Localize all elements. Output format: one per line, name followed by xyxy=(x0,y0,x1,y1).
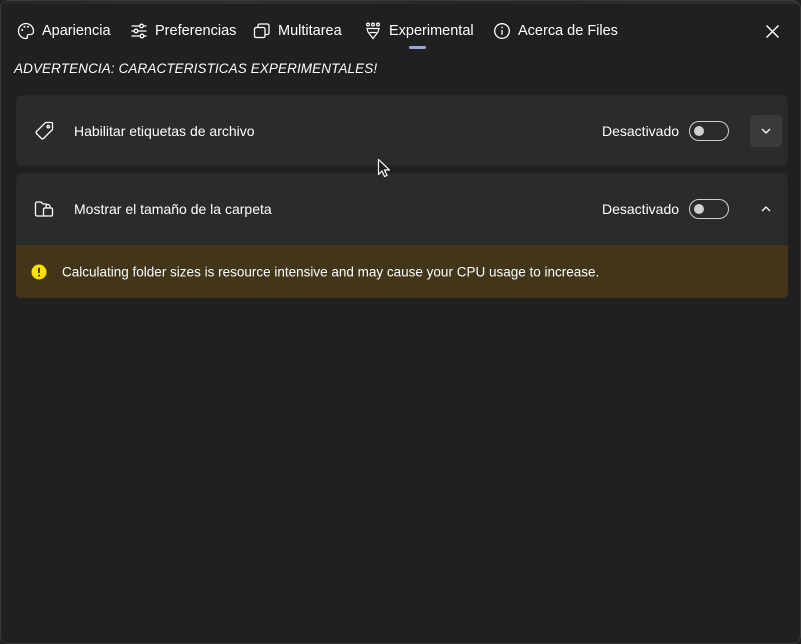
toggle-state-label: Desactivado xyxy=(602,201,680,217)
tab-multitarea[interactable]: Multitarea xyxy=(253,17,342,45)
beaker-icon xyxy=(364,22,382,40)
chevron-down-icon xyxy=(761,128,771,134)
selected-tab-indicator xyxy=(409,46,426,49)
chevron-up-icon xyxy=(761,206,771,212)
tag-icon xyxy=(33,120,55,142)
setting-label: Habilitar etiquetas de archivo xyxy=(74,122,255,139)
tab-label: Multitarea xyxy=(278,23,342,39)
palette-icon xyxy=(17,22,35,40)
windows-stack-icon xyxy=(253,22,271,40)
setting-card-folder-size[interactable]: Mostrar el tamaño de la carpeta Desactiv… xyxy=(16,173,788,245)
mouse-pointer-icon xyxy=(377,158,391,178)
collapse-button[interactable] xyxy=(750,193,782,225)
sliders-icon xyxy=(130,22,148,40)
experimental-warning-heading: ADVERTENCIA: CARACTERISTICAS EXPERIMENTA… xyxy=(14,61,378,76)
tab-apariencia[interactable]: Apariencia xyxy=(17,17,111,45)
toggle-knob xyxy=(694,125,704,136)
tab-preferencias[interactable]: Preferencias xyxy=(130,17,236,45)
close-icon xyxy=(765,24,779,38)
settings-dialog: Apariencia Preferencias Multitarea Exper… xyxy=(0,0,801,644)
info-icon xyxy=(493,22,511,40)
tab-label: Experimental xyxy=(389,23,474,39)
toggle-knob xyxy=(694,204,704,214)
infobar-message: Calculating folder sizes is resource int… xyxy=(62,264,600,279)
tab-label: Preferencias xyxy=(155,23,237,39)
tab-label: Apariencia xyxy=(42,23,111,39)
folder-size-warning-infobar: Calculating folder sizes is resource int… xyxy=(16,245,788,298)
expand-button[interactable] xyxy=(750,114,782,147)
settings-tab-bar: Apariencia Preferencias Multitarea Exper… xyxy=(1,1,761,57)
tab-acerca-de[interactable]: Acerca de Files xyxy=(493,17,618,45)
toggle-state-label: Desactivado xyxy=(602,122,680,139)
tab-label: Acerca de Files xyxy=(518,23,618,39)
folder-size-toggle[interactable] xyxy=(689,199,729,219)
close-button[interactable] xyxy=(759,18,785,44)
setting-card-file-tags[interactable]: Habilitar etiquetas de archivo Desactiva… xyxy=(16,95,788,166)
folder-size-icon xyxy=(33,198,55,220)
file-tags-toggle[interactable] xyxy=(689,120,729,141)
setting-label: Mostrar el tamaño de la carpeta xyxy=(74,201,272,217)
tab-experimental[interactable]: Experimental xyxy=(364,17,474,45)
warning-icon xyxy=(31,264,47,280)
